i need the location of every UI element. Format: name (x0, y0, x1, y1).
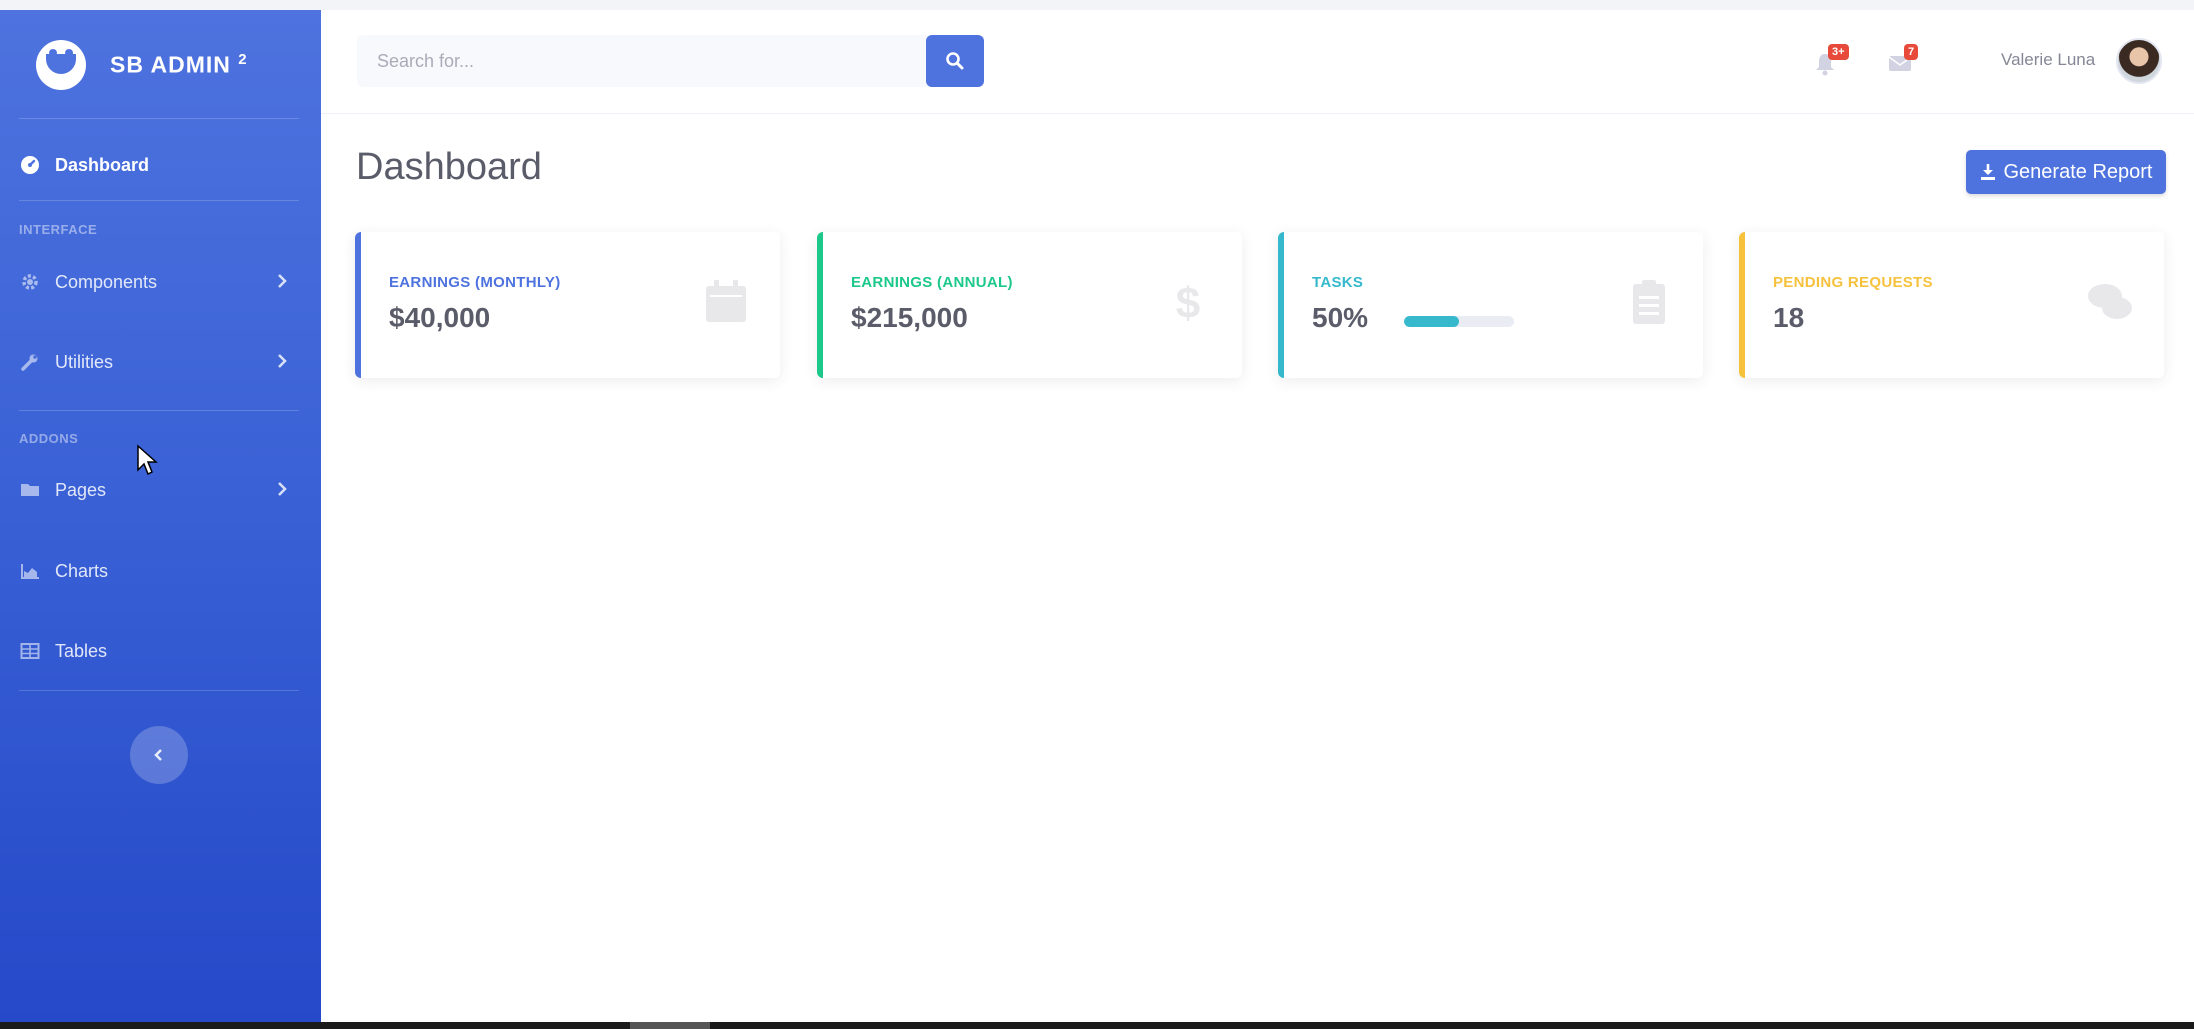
taskbar-segment (630, 1022, 710, 1029)
topbar: 3+ 7 Valerie Luna (321, 10, 2194, 114)
card-pending-requests: Pending Requests 18 (1739, 232, 2164, 378)
download-icon (1980, 163, 1996, 181)
table-icon (19, 640, 41, 662)
brand[interactable]: SB ADMIN 2 (0, 10, 321, 120)
chevron-right-icon (278, 354, 287, 368)
page-title: Dashboard (356, 146, 542, 188)
alerts-dropdown[interactable]: 3+ (1814, 44, 1849, 78)
card-earnings-monthly: Earnings (Monthly) $40,000 (355, 232, 780, 378)
svg-text:$: $ (1176, 279, 1200, 326)
search-input[interactable] (357, 35, 890, 87)
tasks-progress-bar (1404, 316, 1514, 327)
card-value: $215,000 (851, 302, 968, 333)
clipboard-list-icon (1633, 280, 1665, 324)
user-name[interactable]: Valerie Luna (2001, 50, 2095, 70)
dollar-icon: $ (1176, 279, 1200, 326)
sidebar-item-label: Components (55, 271, 158, 292)
card-label: Tasks (1312, 274, 1364, 291)
laugh-wink-icon (36, 40, 86, 90)
taskbar-strip (0, 1022, 2194, 1029)
sidebar-item-label: Tables (55, 640, 108, 661)
browser-strip (0, 0, 2194, 10)
sidebar-item-charts[interactable]: Charts (0, 541, 321, 601)
search-icon (946, 52, 964, 70)
chevron-left-icon (154, 749, 162, 761)
sidebar-item-label: Charts (55, 560, 109, 581)
sidebar-toggle-button[interactable] (130, 726, 188, 784)
messages-badge: 7 (1904, 44, 1919, 60)
card-value: $40,000 (389, 302, 491, 333)
brand-name: SB ADMIN 2 (110, 51, 248, 78)
app-window: SB ADMIN 2 Dashboard INTERFACE Component… (0, 0, 2194, 1022)
sidebar-heading-interface: INTERFACE (19, 222, 98, 237)
cog-icon (19, 271, 41, 293)
sidebar-item-label: Dashboard (55, 154, 150, 175)
sidebar-item-dashboard[interactable]: Dashboard (0, 135, 321, 195)
generate-report-button[interactable]: Generate Report (1966, 150, 2166, 194)
search-button[interactable] (926, 35, 984, 87)
comments-icon (2088, 284, 2132, 319)
sidebar-divider (19, 690, 299, 691)
folder-icon (19, 479, 41, 501)
avatar[interactable] (2116, 38, 2162, 84)
sidebar-item-utilities[interactable]: Utilities (0, 332, 321, 392)
card-earnings-annual: Earnings (Annual) $215,000 $ (817, 232, 1242, 378)
progress-fill (1404, 316, 1459, 327)
alerts-badge: 3+ (1828, 44, 1849, 60)
sidebar-heading-addons: ADDONS (19, 431, 79, 446)
card-value: 18 (1773, 302, 1805, 333)
tachometer-icon (19, 154, 41, 176)
card-value: 50% (1312, 302, 1369, 333)
card-label: Earnings (Annual) (851, 274, 1013, 291)
chevron-right-icon (278, 482, 287, 496)
sidebar-item-label: Pages (55, 479, 107, 500)
sidebar-item-tables[interactable]: Tables (0, 621, 321, 681)
search-form (357, 35, 984, 87)
chevron-right-icon (278, 274, 287, 288)
sidebar: SB ADMIN 2 Dashboard INTERFACE Component… (0, 10, 321, 1022)
sidebar-divider (19, 410, 299, 411)
sidebar-item-pages[interactable]: Pages (0, 460, 321, 520)
card-label: Pending Requests (1773, 274, 1933, 291)
wrench-icon (19, 351, 41, 373)
card-tasks: Tasks 50% (1278, 232, 1703, 378)
sidebar-divider (19, 200, 299, 201)
card-label: Earnings (Monthly) (389, 274, 561, 291)
calendar-icon (706, 280, 746, 322)
chart-area-icon (19, 560, 41, 582)
mouse-cursor-icon (137, 444, 158, 476)
sidebar-item-components[interactable]: Components (0, 252, 321, 312)
sidebar-divider (19, 118, 299, 119)
messages-dropdown[interactable]: 7 (1888, 44, 1919, 78)
generate-report-label: Generate Report (2003, 160, 2153, 183)
sidebar-item-label: Utilities (55, 351, 114, 372)
